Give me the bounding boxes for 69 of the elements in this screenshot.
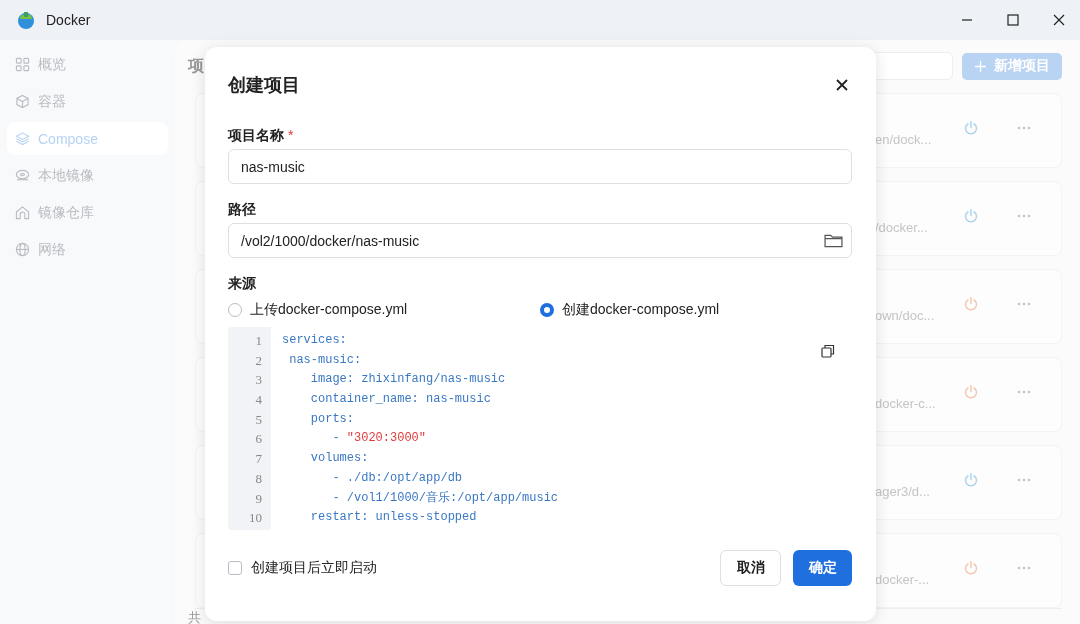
line-number: 7: [254, 450, 263, 469]
confirm-button[interactable]: 确定: [793, 550, 852, 586]
field-label: 项目名称: [228, 127, 284, 145]
project-path: docker-...: [875, 572, 930, 587]
code-line: ports:: [309, 410, 355, 428]
power-icon[interactable]: [963, 295, 979, 312]
cancel-button[interactable]: 取消: [720, 550, 781, 586]
code-line: nas-music:: [288, 351, 363, 369]
path-input[interactable]: /vol2/1000/docker/nas-music: [228, 223, 852, 258]
more-icon[interactable]: [1017, 213, 1031, 218]
code-line: image: zhixinfang/nas-music: [309, 371, 507, 389]
line-number: 6: [254, 430, 263, 449]
copy-icon[interactable]: [821, 344, 835, 358]
code-line: - "3020:3000": [331, 430, 428, 448]
checkbox-icon[interactable]: [228, 561, 242, 575]
line-number: 8: [254, 469, 263, 488]
line-number: 9: [254, 489, 263, 508]
maximize-icon[interactable]: [1007, 14, 1019, 26]
cube-icon: [15, 94, 30, 109]
globe-icon: [15, 242, 30, 257]
app-logo-icon: [16, 10, 36, 30]
required-mark: *: [288, 127, 294, 145]
radio-option[interactable]: 创建docker-compose.yml: [540, 301, 852, 319]
power-icon[interactable]: [963, 559, 979, 576]
line-number: 3: [254, 371, 263, 390]
line-number: 10: [248, 509, 263, 528]
close-icon[interactable]: [836, 79, 848, 91]
code-line: services:: [282, 332, 348, 349]
project-path: en/dock...: [875, 132, 932, 147]
grid-icon: [15, 57, 30, 72]
name-input[interactable]: nas-music: [228, 149, 852, 184]
code-line: volumes:: [309, 450, 370, 468]
line-number: 4: [254, 391, 263, 410]
code-line: - ./db:/opt/app/db: [331, 469, 464, 487]
project-path: docker-c...: [875, 396, 936, 411]
layers-icon: [15, 131, 30, 146]
line-number: 2: [254, 351, 263, 370]
page-title: 项: [188, 55, 204, 76]
field-label: 来源: [228, 275, 256, 293]
radio-icon[interactable]: [540, 303, 554, 317]
line-number: 5: [254, 410, 263, 429]
power-icon[interactable]: [963, 383, 979, 400]
power-icon[interactable]: [963, 207, 979, 224]
plus-icon: [974, 60, 986, 72]
more-icon[interactable]: [1017, 565, 1031, 570]
code-line: container_name: nas-music: [309, 391, 492, 409]
folder-icon[interactable]: [824, 233, 843, 248]
code-editor[interactable]: 1 2 3 4 5 6 7 8 9 10 services: nas-music: image: zhixinfang/nas-music container_name: nas-music ports: - "3020:3000" volumes: - ./db:/opt/app/db - /vol1/1000/音乐:/opt/app/music restart: unless-stopped: [228, 327, 852, 530]
power-icon[interactable]: [963, 471, 979, 488]
window-title: Docker: [46, 12, 91, 28]
project-path: ager3/d...: [875, 484, 930, 499]
autostart-checkbox[interactable]: 创建项目后立即启动: [228, 559, 377, 577]
power-icon[interactable]: [963, 119, 979, 136]
more-icon[interactable]: [1017, 477, 1031, 482]
more-icon[interactable]: [1017, 389, 1031, 394]
disk-icon: [15, 168, 30, 183]
code-line: - /vol1/1000/音乐:/opt/app/music: [331, 489, 559, 507]
close-icon[interactable]: [1053, 14, 1065, 26]
more-icon[interactable]: [1017, 125, 1031, 130]
line-number: 1: [254, 332, 263, 350]
footer-text: 共: [188, 609, 201, 624]
house-icon: [15, 205, 30, 220]
field-label: 路径: [228, 201, 256, 219]
more-icon[interactable]: [1017, 301, 1031, 306]
dialog-title: 创建项目: [228, 74, 300, 97]
project-path: own/doc...: [875, 308, 935, 323]
project-path: /docker...: [875, 220, 928, 235]
radio-option[interactable]: 上传docker-compose.yml: [228, 301, 540, 319]
code-line: restart: unless-stopped: [309, 509, 478, 527]
